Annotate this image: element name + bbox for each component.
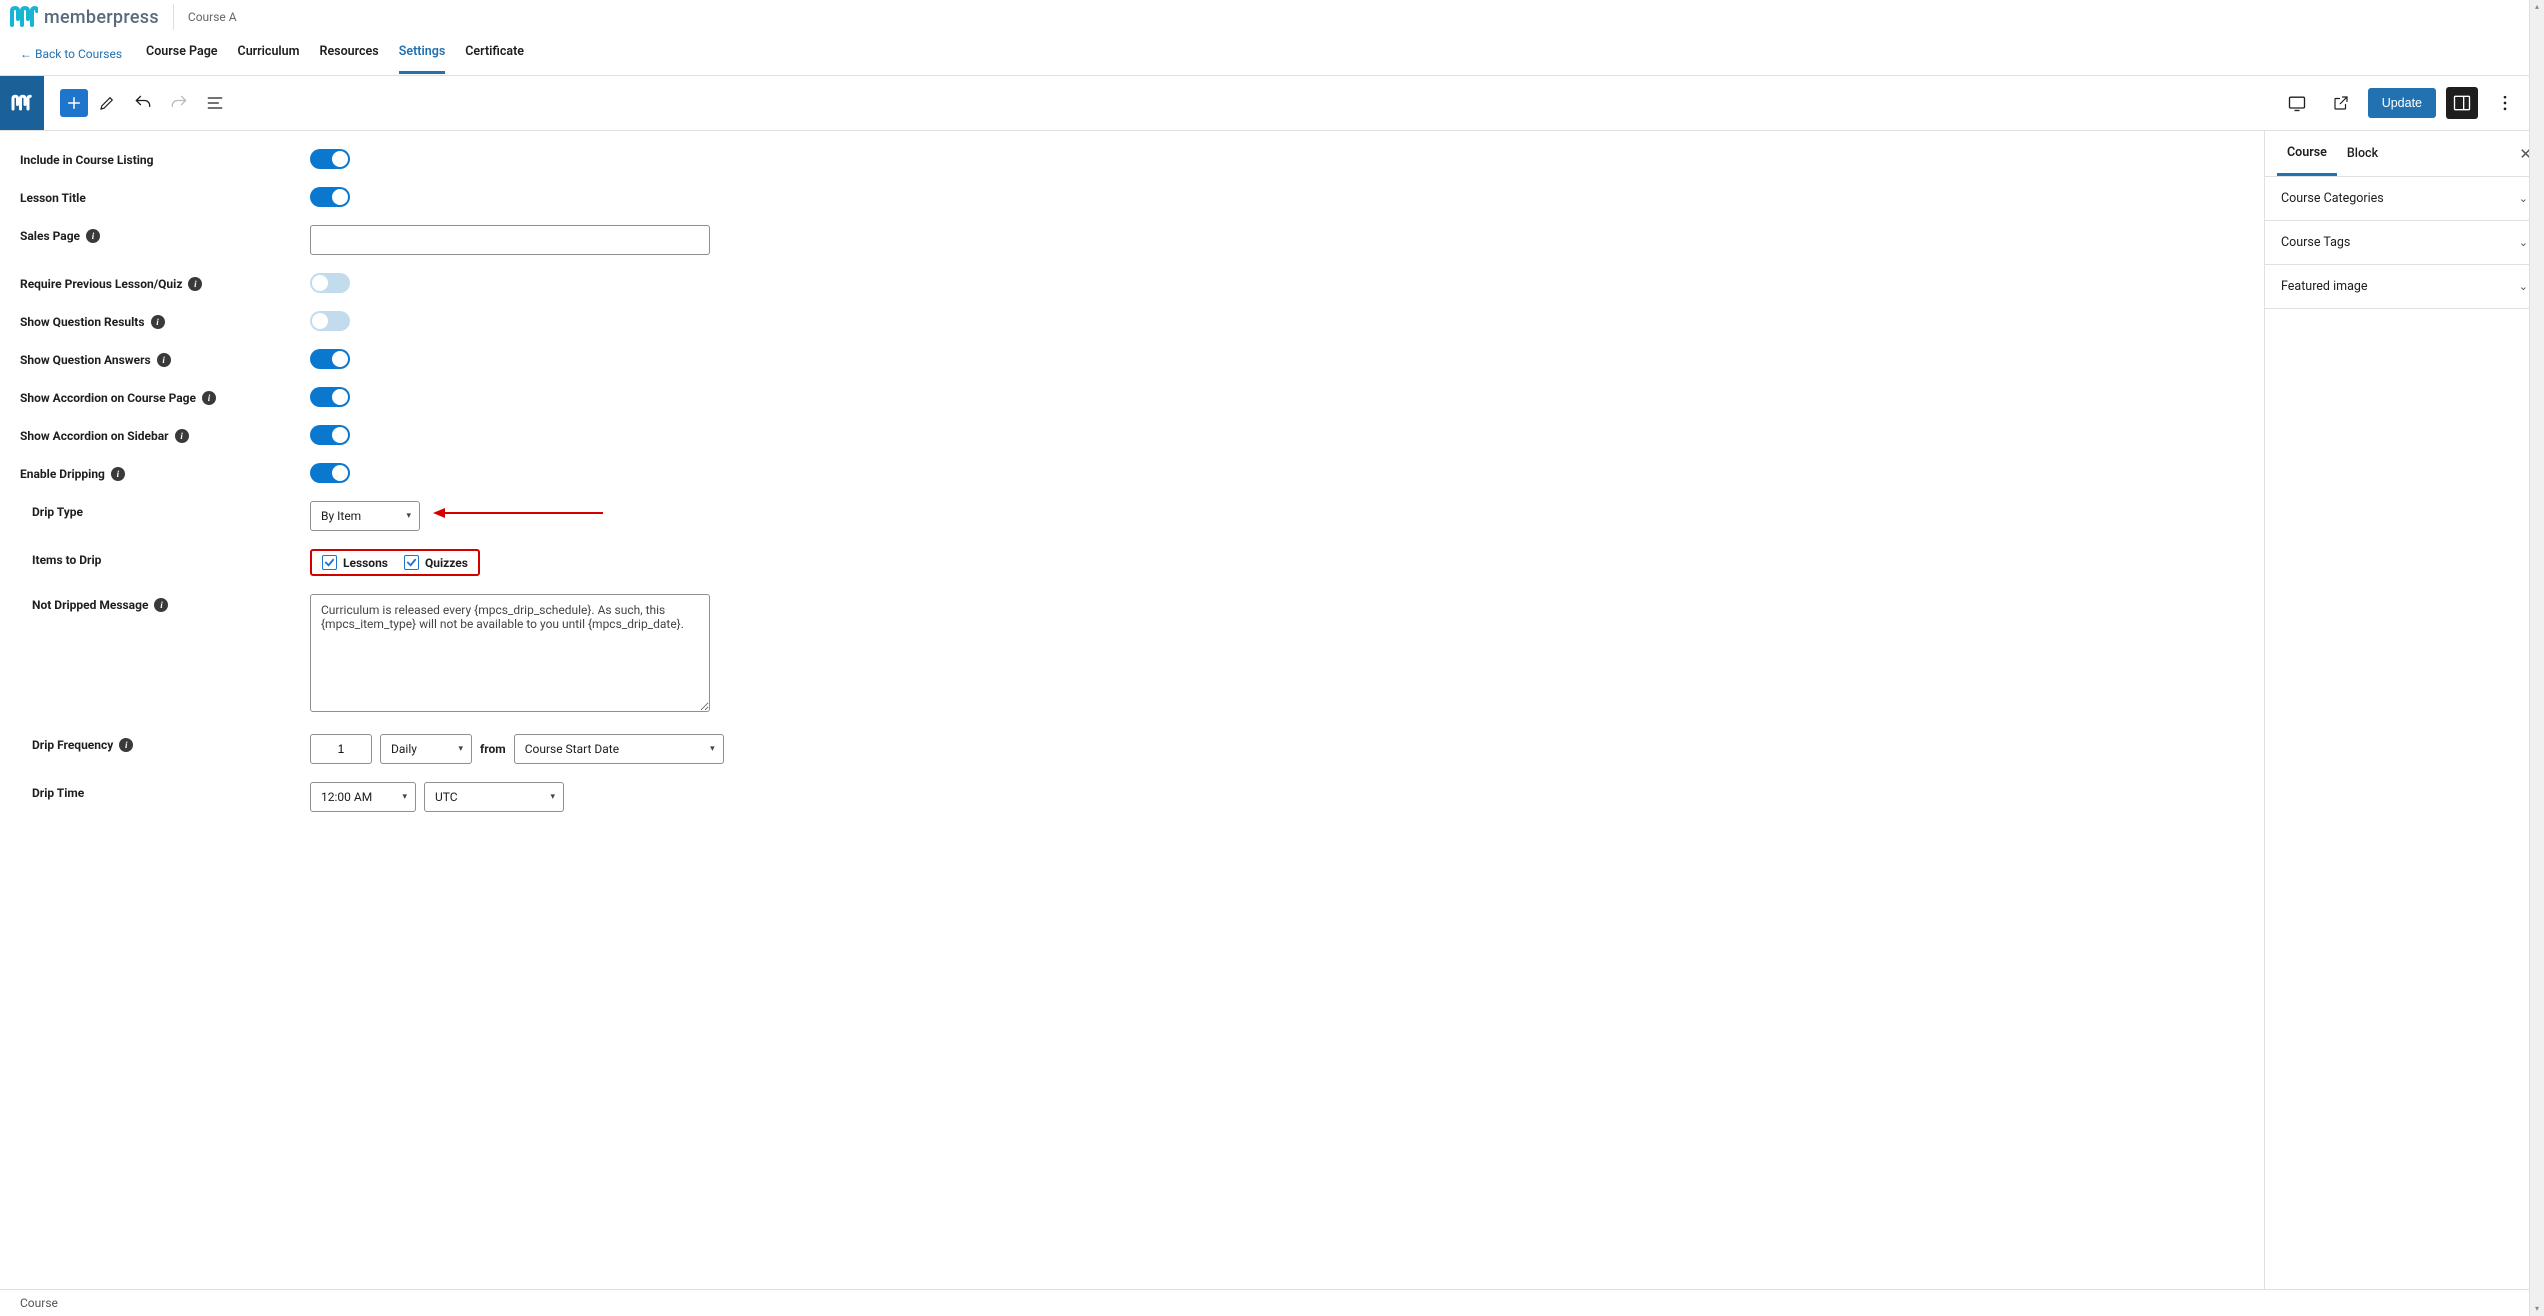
panel-label: Featured image [2281, 279, 2368, 294]
items-to-drip-highlight: Lessons Quizzes [310, 549, 480, 576]
chevron-down-icon: ▾ [710, 744, 715, 754]
chevron-down-icon: ▾ [406, 511, 411, 521]
sales-page-label: Sales Page [20, 229, 80, 243]
show-q-answers-label: Show Question Answers [20, 353, 151, 367]
drip-type-select[interactable]: By Item ▾ [310, 501, 420, 531]
chevron-down-icon: ⌄ [2519, 192, 2528, 205]
drip-time-value: 12:00 AM [321, 790, 372, 804]
memberpress-badge[interactable] [0, 76, 44, 130]
undo-icon[interactable] [126, 86, 160, 120]
update-button[interactable]: Update [2368, 88, 2436, 118]
add-block-button[interactable] [60, 89, 88, 117]
drip-time-select[interactable]: 12:00 AM ▾ [310, 782, 416, 812]
sidebar-tab-course[interactable]: Course [2277, 131, 2337, 176]
edit-tool-icon[interactable] [90, 86, 124, 120]
more-options-icon[interactable] [2488, 86, 2522, 120]
drip-frequency-label: Drip Frequency [32, 738, 113, 752]
vertical-scrollbar[interactable] [2529, 0, 2544, 1316]
info-icon[interactable]: i [86, 229, 100, 243]
info-icon[interactable]: i [202, 391, 216, 405]
from-label: from [480, 742, 506, 756]
annotation-arrow [433, 506, 603, 524]
items-to-drip-label: Items to Drip [32, 553, 101, 567]
drip-frequency-unit-value: Daily [391, 742, 417, 756]
lesson-title-toggle[interactable] [310, 187, 350, 207]
tab-resources[interactable]: Resources [320, 34, 379, 74]
show-q-results-toggle[interactable] [310, 311, 350, 331]
panel-featured-image[interactable]: Featured image ⌄ [2265, 265, 2544, 309]
chevron-down-icon: ⌄ [2519, 280, 2528, 293]
back-to-courses-link[interactable]: ← Back to Courses [20, 47, 122, 61]
tab-settings[interactable]: Settings [399, 34, 446, 74]
external-link-icon[interactable] [2324, 86, 2358, 120]
require-prev-label: Require Previous Lesson/Quiz [20, 277, 182, 291]
chevron-down-icon: ▾ [550, 792, 555, 802]
info-icon[interactable]: i [154, 598, 168, 612]
enable-dripping-label: Enable Dripping [20, 467, 105, 481]
not-dripped-textarea[interactable] [310, 594, 710, 712]
show-acc-sidebar-toggle[interactable] [310, 425, 350, 445]
sidebar-tab-block[interactable]: Block [2337, 131, 2388, 176]
quizzes-checkbox-label: Quizzes [425, 556, 468, 570]
lessons-checkbox[interactable] [322, 555, 337, 570]
brand-text: memberpress [44, 7, 159, 28]
redo-icon [162, 86, 196, 120]
enable-dripping-toggle[interactable] [310, 463, 350, 483]
drip-timezone-select[interactable]: UTC ▾ [424, 782, 564, 812]
include-listing-toggle[interactable] [310, 149, 350, 169]
info-icon[interactable]: i [157, 353, 171, 367]
brand-logo: memberpress [10, 5, 159, 29]
chevron-down-icon: ▾ [458, 744, 463, 754]
course-title: Course A [173, 4, 237, 30]
memberpress-icon [10, 5, 38, 29]
info-icon[interactable]: i [151, 315, 165, 329]
lessons-checkbox-label: Lessons [343, 556, 388, 570]
show-acc-course-toggle[interactable] [310, 387, 350, 407]
not-dripped-label: Not Dripped Message [32, 598, 148, 612]
info-icon[interactable]: i [119, 738, 133, 752]
panel-course-tags[interactable]: Course Tags ⌄ [2265, 221, 2544, 265]
quizzes-checkbox[interactable] [404, 555, 419, 570]
panel-label: Course Categories [2281, 191, 2384, 206]
show-acc-sidebar-label: Show Accordion on Sidebar [20, 429, 169, 443]
panel-course-categories[interactable]: Course Categories ⌄ [2265, 177, 2544, 221]
show-q-results-label: Show Question Results [20, 315, 145, 329]
drip-frequency-amount-input[interactable] [310, 734, 372, 764]
tab-course-page[interactable]: Course Page [146, 34, 217, 74]
drip-type-label: Drip Type [32, 505, 83, 519]
sales-page-input[interactable] [310, 225, 710, 255]
view-icon[interactable] [2280, 86, 2314, 120]
drip-frequency-unit-select[interactable]: Daily ▾ [380, 734, 472, 764]
status-text: Course [20, 1296, 58, 1310]
show-acc-course-label: Show Accordion on Course Page [20, 391, 196, 405]
require-prev-toggle[interactable] [310, 273, 350, 293]
tab-certificate[interactable]: Certificate [465, 34, 524, 74]
drip-timezone-value: UTC [435, 790, 458, 804]
info-icon[interactable]: i [175, 429, 189, 443]
drip-type-value: By Item [321, 509, 361, 523]
chevron-down-icon: ▾ [402, 792, 407, 802]
lesson-title-label: Lesson Title [20, 191, 86, 205]
tab-curriculum[interactable]: Curriculum [238, 34, 300, 74]
settings-panel-toggle[interactable] [2446, 87, 2478, 119]
info-icon[interactable]: i [188, 277, 202, 291]
drip-frequency-from-value: Course Start Date [525, 742, 619, 756]
chevron-down-icon: ⌄ [2519, 236, 2528, 249]
panel-label: Course Tags [2281, 235, 2350, 250]
drip-frequency-from-select[interactable]: Course Start Date ▾ [514, 734, 724, 764]
drip-time-label: Drip Time [32, 786, 84, 800]
show-q-answers-toggle[interactable] [310, 349, 350, 369]
outline-icon[interactable] [198, 86, 232, 120]
include-listing-label: Include in Course Listing [20, 153, 154, 167]
info-icon[interactable]: i [111, 467, 125, 481]
